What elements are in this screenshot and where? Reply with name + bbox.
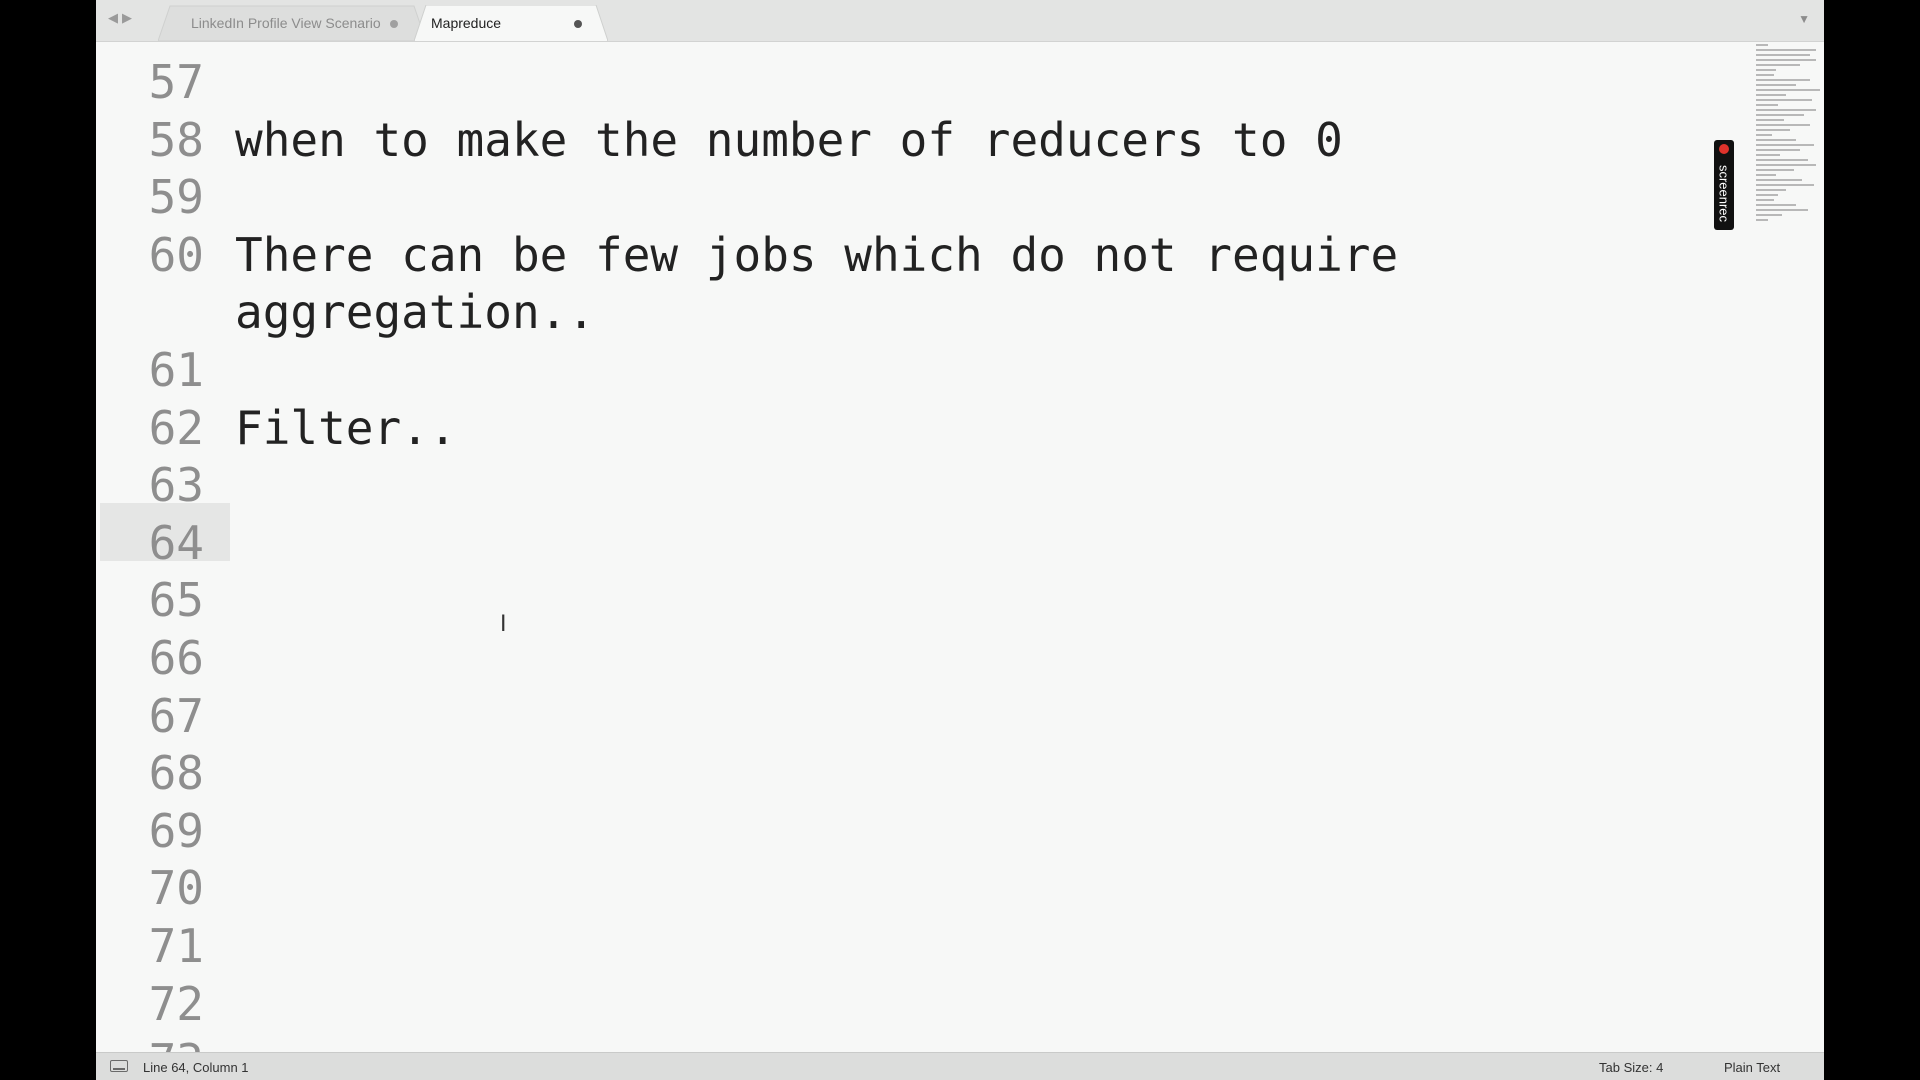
line-number: 67 <box>148 688 204 743</box>
minimap-line <box>1756 174 1776 176</box>
minimap-line <box>1756 54 1810 56</box>
minimap-line <box>1756 164 1816 166</box>
minimap-line <box>1756 84 1796 86</box>
record-icon <box>1719 144 1729 154</box>
editor-line[interactable]: 63 <box>96 457 1736 515</box>
minimap-line <box>1756 169 1794 171</box>
editor-line[interactable]: 68 <box>96 745 1736 803</box>
editor-line[interactable]: 66 <box>96 630 1736 688</box>
editor-line[interactable]: 57 <box>96 54 1736 112</box>
minimap-line <box>1756 149 1800 151</box>
line-number: 57 <box>148 55 204 109</box>
line-number: 59 <box>148 170 204 225</box>
minimap-line <box>1756 104 1778 106</box>
editor-line[interactable]: 65 <box>96 572 1736 630</box>
line-number: 58 <box>148 112 204 167</box>
minimap-line <box>1756 119 1784 121</box>
editor-line[interactable]: 73 <box>96 1033 1736 1052</box>
minimap-line <box>1756 129 1790 131</box>
minimap-line <box>1756 184 1814 186</box>
editor-line[interactable]: 61 <box>96 342 1736 400</box>
minimap-line <box>1756 89 1820 91</box>
minimap-line <box>1756 74 1774 76</box>
minimap-line <box>1756 59 1816 61</box>
editor-line[interactable]: 64 <box>96 515 1736 573</box>
line-number: 65 <box>148 573 204 628</box>
minimap-line <box>1756 199 1774 201</box>
minimap-line <box>1756 64 1800 66</box>
editor-line[interactable]: aggregation.. <box>96 284 1736 342</box>
editor-line[interactable]: 60 There can be few jobs which do not req… <box>96 227 1736 285</box>
minimap-line <box>1756 204 1796 206</box>
minimap-line <box>1756 109 1816 111</box>
minimap-line <box>1756 154 1780 156</box>
line-number: 60 <box>148 227 204 282</box>
line-number: 66 <box>148 631 204 685</box>
cursor-position[interactable]: Line 64, Column 1 <box>143 1060 249 1075</box>
line-number: 64 <box>148 515 204 570</box>
tab-linkedin-profile-view-scenario[interactable]: LinkedIn Profile View Scenario <box>158 5 426 41</box>
status-bar: Line 64, Column 1 Tab Size: 4 Plain Text <box>96 1052 1824 1080</box>
minimap-line <box>1756 134 1772 136</box>
minimap-line <box>1756 214 1782 216</box>
minimap-line <box>1756 219 1768 221</box>
line-number: 71 <box>148 919 204 973</box>
nav-arrows-icon[interactable]: ◀▶ <box>108 10 136 26</box>
unsaved-dot-icon[interactable] <box>574 20 582 28</box>
line-number: 61 <box>148 343 204 397</box>
line-text[interactable]: when to make the number of reducers to 0 <box>235 112 1343 170</box>
editor-window: ◀▶ LinkedIn Profile View Scenario Mapred… <box>96 0 1824 1080</box>
editor-line[interactable]: 71 <box>96 918 1736 976</box>
tab-label: LinkedIn Profile View Scenario <box>191 15 381 31</box>
minimap-line <box>1756 189 1786 191</box>
tab-mapreduce[interactable]: Mapreduce <box>414 5 608 41</box>
ibeam-cursor-icon: I <box>500 612 507 637</box>
line-number: 70 <box>148 861 204 916</box>
screenrec-label: screenrec <box>1716 164 1732 223</box>
minimap-line <box>1756 94 1786 96</box>
tab-dropdown-icon[interactable]: ▼ <box>1798 12 1810 26</box>
minimap-line <box>1756 159 1808 161</box>
minimap-line <box>1756 194 1778 196</box>
line-number: 62 <box>148 400 204 455</box>
minimap-line <box>1756 99 1812 101</box>
editor-line[interactable]: 67 <box>96 688 1736 746</box>
minimap[interactable] <box>1756 42 1820 232</box>
editor-line[interactable]: 69 <box>96 803 1736 861</box>
editor-line[interactable]: 58 when to make the number of reducers to… <box>96 112 1736 170</box>
line-number: 72 <box>148 976 204 1031</box>
line-text[interactable]: aggregation.. <box>235 284 595 342</box>
status-panel-icon[interactable] <box>110 1060 128 1072</box>
editor-line[interactable]: 59 <box>96 169 1736 227</box>
tab-bar: ◀▶ LinkedIn Profile View Scenario Mapred… <box>96 0 1824 42</box>
minimap-line <box>1756 124 1810 126</box>
tab-label: Mapreduce <box>431 15 502 31</box>
minimap-line <box>1756 79 1810 81</box>
text-editor[interactable]: 57 58 when to make the number of reducers … <box>96 42 1736 1052</box>
line-number: 73 <box>96 1033 204 1052</box>
tab-size[interactable]: Tab Size: 4 <box>1599 1060 1663 1075</box>
minimap-line <box>1756 139 1796 141</box>
line-text[interactable]: Filter.. <box>235 400 457 458</box>
minimap-line <box>1756 144 1814 146</box>
minimap-line <box>1756 179 1802 181</box>
editor-line[interactable]: 72 <box>96 976 1736 1034</box>
minimap-line <box>1756 69 1776 71</box>
minimap-line <box>1756 114 1804 116</box>
line-text[interactable]: There can be few jobs which do not requi… <box>235 227 1398 285</box>
line-number: 63 <box>148 458 204 513</box>
editor-line[interactable]: 62 Filter.. <box>96 400 1736 458</box>
editor-line[interactable]: 70 <box>96 860 1736 918</box>
screenrec-widget[interactable]: screenrec <box>1714 140 1734 230</box>
minimap-line <box>1756 44 1768 46</box>
minimap-line <box>1756 49 1816 51</box>
line-number: 68 <box>148 746 204 801</box>
minimap-line <box>1756 209 1808 211</box>
unsaved-dot-icon[interactable] <box>390 20 398 28</box>
line-number: 69 <box>148 803 204 858</box>
syntax-mode[interactable]: Plain Text <box>1724 1060 1780 1075</box>
